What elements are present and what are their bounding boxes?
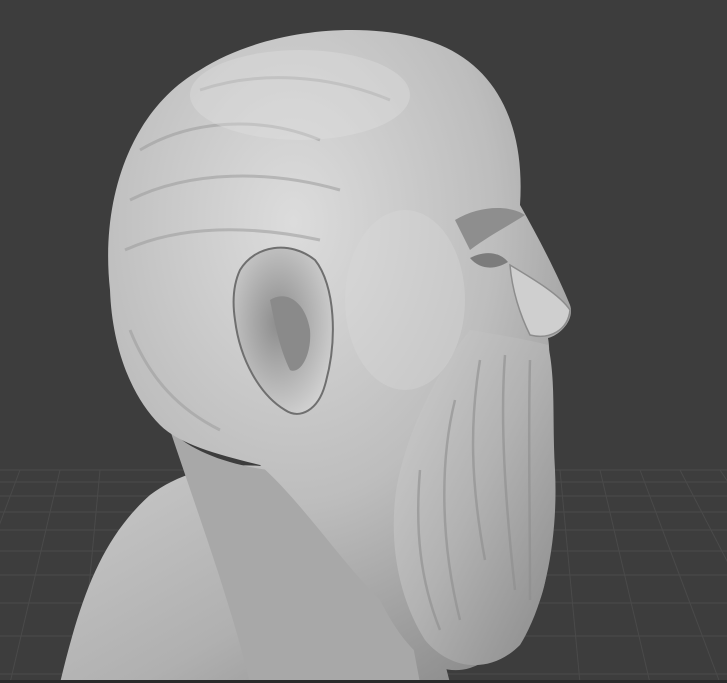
3d-viewport[interactable]: [0, 0, 727, 683]
viewport-scene[interactable]: [0, 0, 727, 683]
cheek-highlight: [345, 210, 465, 390]
crown-highlight: [190, 50, 410, 140]
